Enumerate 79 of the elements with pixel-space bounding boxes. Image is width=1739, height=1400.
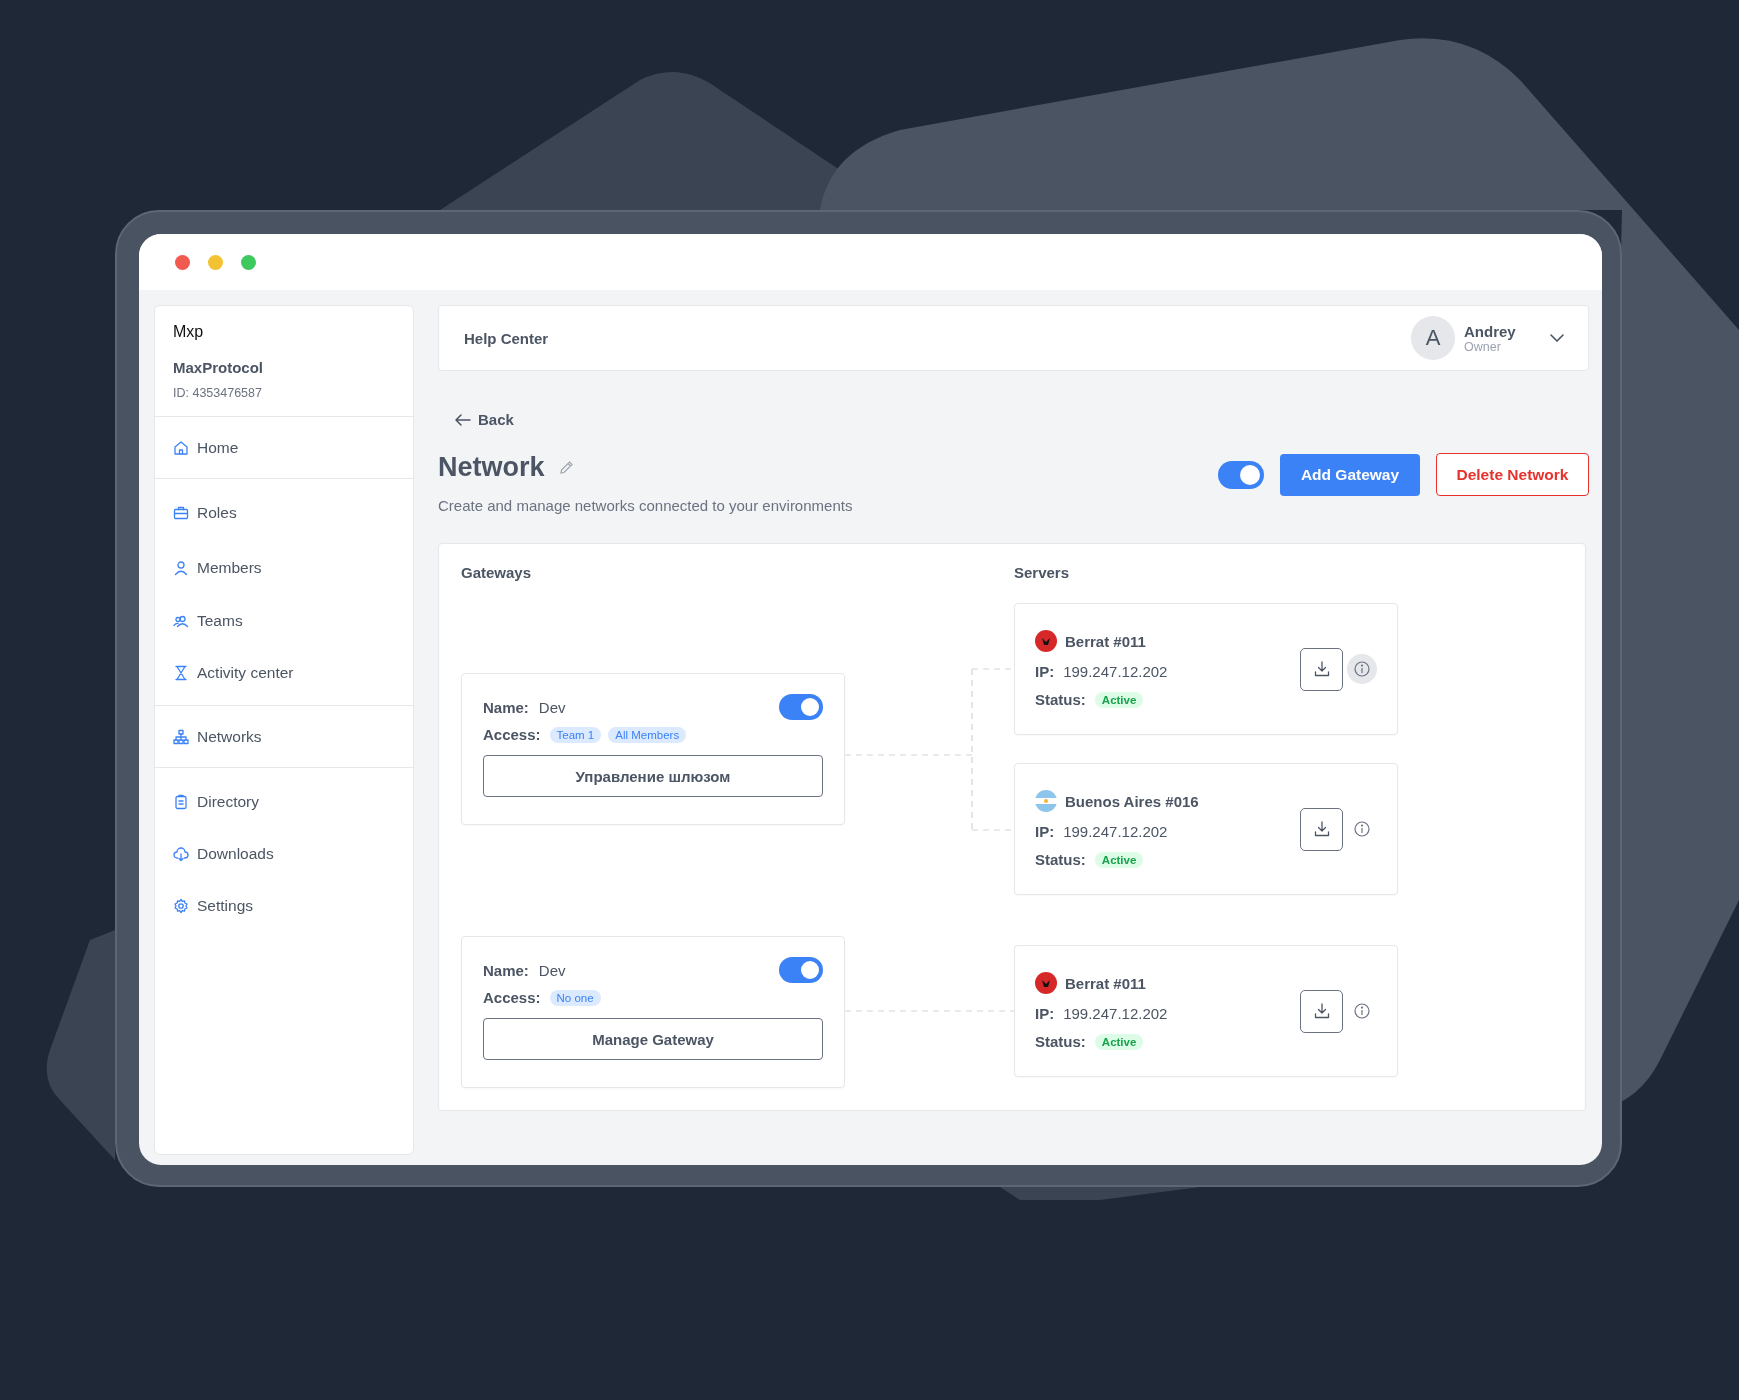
sidebar-item[interactable]: Downloads (155, 828, 413, 880)
user-avatar[interactable]: A (1411, 316, 1455, 360)
maximize-window-button[interactable] (241, 254, 256, 270)
logo: Mxp (173, 323, 205, 341)
sidebar-item[interactable]: Home (155, 427, 413, 468)
field-label: IP: (1035, 823, 1055, 840)
ip-address: 199.247.12.202 (1063, 823, 1168, 840)
access-tag: No one (549, 989, 601, 1006)
sidebar-item[interactable]: Members (155, 540, 413, 595)
settings-icon (173, 898, 189, 914)
servers-heading: Servers (1014, 564, 1070, 581)
page-subtitle: Create and manage networks connected to your environments (438, 497, 853, 514)
home-icon (173, 439, 189, 456)
status-badge: Active (1094, 691, 1144, 708)
field-label: Access: (483, 726, 541, 743)
sidebar-item[interactable]: Activity center (155, 647, 413, 699)
sidebar-item[interactable]: Roles (155, 485, 413, 540)
manage-gateway-button[interactable]: Управление шлюзом (483, 755, 823, 797)
pencil-icon[interactable] (558, 460, 574, 475)
downloads-icon (173, 846, 189, 862)
status-badge: Active (1094, 851, 1144, 868)
network-toggle[interactable] (1218, 460, 1264, 489)
organization-name: MaxProtocol (173, 359, 264, 376)
organization-id: ID: 4353476587 (173, 386, 263, 400)
page-title: Network (438, 452, 545, 483)
field-label: Status: (1035, 691, 1086, 708)
field-label: IP: (1035, 1005, 1055, 1022)
roles-icon (173, 504, 189, 521)
gateway-name: Dev (538, 961, 566, 979)
sidebar-item[interactable]: Teams (155, 595, 413, 647)
add-gateway-button[interactable]: Add Gateway (1280, 453, 1420, 496)
flag-icon (1035, 972, 1057, 994)
ip-address: 199.247.12.202 (1063, 1005, 1168, 1022)
download-button[interactable] (1300, 989, 1343, 1033)
user-role: Owner (1464, 339, 1501, 354)
teams-icon (173, 613, 189, 629)
flag-icon (1035, 790, 1057, 812)
info-icon (1354, 821, 1370, 837)
chevron-down-icon[interactable] (1550, 334, 1564, 342)
gateway-toggle[interactable] (779, 694, 823, 720)
sidebar-item[interactable]: Directory (155, 776, 413, 828)
download-icon (1312, 1002, 1331, 1020)
close-window-button[interactable] (175, 254, 190, 270)
download-icon (1312, 660, 1331, 678)
info-icon (1354, 1003, 1370, 1019)
flag-icon (1035, 630, 1057, 652)
status-badge: Active (1094, 1033, 1144, 1050)
gateway-toggle[interactable] (779, 957, 823, 983)
field-label: Status: (1035, 1033, 1086, 1050)
members-icon (173, 559, 189, 576)
sidebar-item[interactable]: Settings (155, 880, 413, 932)
gateway-name: Dev (538, 698, 566, 716)
sidebar-item[interactable]: Networks (155, 716, 413, 757)
info-icon (1354, 661, 1370, 677)
server-name: Buenos Aires #016 (1065, 792, 1199, 810)
access-tag: All Members (608, 726, 687, 743)
info-button[interactable] (1347, 654, 1377, 684)
user-name: Andrey (1464, 322, 1517, 340)
field-label: Name: (483, 698, 529, 716)
activity-icon (173, 665, 189, 681)
download-button[interactable] (1300, 647, 1343, 691)
field-label: IP: (1035, 663, 1055, 680)
arrow-left-icon (455, 413, 471, 426)
field-label: Access: (483, 989, 541, 1006)
download-button[interactable] (1300, 807, 1343, 851)
field-label: Status: (1035, 851, 1086, 868)
ip-address: 199.247.12.202 (1063, 663, 1168, 680)
server-name: Berrat #011 (1065, 632, 1146, 650)
back-link[interactable]: Back (455, 411, 514, 428)
server-name: Berrat #011 (1065, 974, 1146, 992)
manage-gateway-button[interactable]: Manage Gateway (483, 1018, 823, 1060)
networks-icon (173, 728, 189, 745)
help-center-link[interactable]: Help Center (464, 329, 549, 347)
access-tag: Team 1 (549, 726, 602, 743)
field-label: Name: (483, 961, 529, 979)
directory-icon (173, 794, 189, 810)
download-icon (1312, 820, 1331, 838)
delete-network-button[interactable]: Delete Network (1436, 453, 1589, 496)
gateways-heading: Gateways (461, 564, 533, 581)
